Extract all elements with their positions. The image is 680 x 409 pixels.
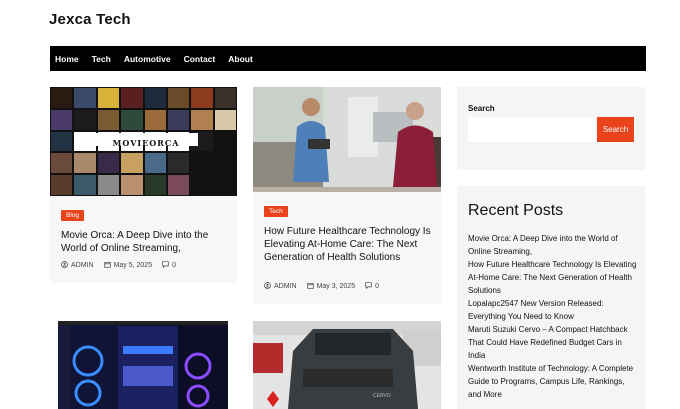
post-thumbnail[interactable] <box>58 321 228 409</box>
comment-count[interactable]: 0 <box>172 262 176 269</box>
post-card: MOVIEORCA Blog Movie Orca: A Deep Dive i… <box>50 87 237 283</box>
recent-post-link[interactable]: Maruti Suzuki Cervo – A Compact Hatchbac… <box>468 323 638 362</box>
calendar-icon <box>306 282 314 291</box>
healthcare-photo <box>253 87 441 192</box>
post-date[interactable]: May 5, 2025 <box>114 262 153 269</box>
post-thumbnail[interactable] <box>253 87 441 192</box>
recent-post-link[interactable]: Wentworth Institute of Technology: A Com… <box>468 362 638 401</box>
nav-item-contact[interactable]: Contact <box>184 54 216 64</box>
recent-post-link[interactable]: How Future Healthcare Technology Is Elev… <box>468 258 638 297</box>
comment-icon <box>162 261 169 270</box>
post-thumbnail[interactable]: MOVIEORCA <box>50 87 237 196</box>
car-photo: CERVO <box>253 321 441 409</box>
user-icon <box>264 282 271 291</box>
post-card: Tech How Future Healthcare Technology Is… <box>253 87 441 304</box>
gaming-pc-photo <box>58 321 228 409</box>
post-meta: ADMIN May 5, 2025 0 <box>61 261 176 270</box>
post-title[interactable]: How Future Healthcare Technology Is Elev… <box>264 225 434 264</box>
nav-item-about[interactable]: About <box>228 54 253 64</box>
post-thumbnail[interactable]: CERVO <box>253 321 441 409</box>
recent-post-link[interactable]: Lopalapc2547 New Version Released: Every… <box>468 297 638 323</box>
svg-text:CERVO: CERVO <box>373 393 391 399</box>
search-input[interactable] <box>468 117 596 142</box>
nav-item-home[interactable]: Home <box>55 54 79 64</box>
site-title[interactable]: Jexca Tech <box>49 11 131 28</box>
search-widget: Search Search <box>457 87 645 170</box>
search-button[interactable]: Search <box>597 117 634 142</box>
main-navigation: Home Tech Automotive Contact About <box>50 46 646 71</box>
post-author[interactable]: ADMIN <box>274 283 297 290</box>
category-badge[interactable]: Tech <box>264 206 288 217</box>
search-label: Search <box>468 104 495 113</box>
comment-count[interactable]: 0 <box>375 283 379 290</box>
post-title[interactable]: Movie Orca: A Deep Dive into the World o… <box>61 229 229 255</box>
post-author[interactable]: ADMIN <box>71 262 94 269</box>
user-icon <box>61 261 68 270</box>
recent-posts-widget: Recent Posts Movie Orca: A Deep Dive int… <box>457 186 645 409</box>
category-badge[interactable]: Blog <box>61 210 85 221</box>
nav-item-tech[interactable]: Tech <box>92 54 111 64</box>
recent-posts-title: Recent Posts <box>468 202 564 219</box>
recent-posts-list: Movie Orca: A Deep Dive into the World o… <box>468 232 638 401</box>
nav-item-automotive[interactable]: Automotive <box>124 54 171 64</box>
post-date[interactable]: May 3, 2025 <box>317 283 356 290</box>
post-card: CERVO <box>253 321 441 409</box>
recent-post-link[interactable]: Movie Orca: A Deep Dive into the World o… <box>468 232 638 258</box>
calendar-icon <box>103 261 111 270</box>
post-meta: ADMIN May 3, 2025 0 <box>264 282 379 291</box>
post-card <box>58 321 228 409</box>
logo-text: MOVIEORCA <box>112 138 180 148</box>
movieorca-logo-banner: MOVIEORCA <box>94 133 198 148</box>
comment-icon <box>365 282 372 291</box>
